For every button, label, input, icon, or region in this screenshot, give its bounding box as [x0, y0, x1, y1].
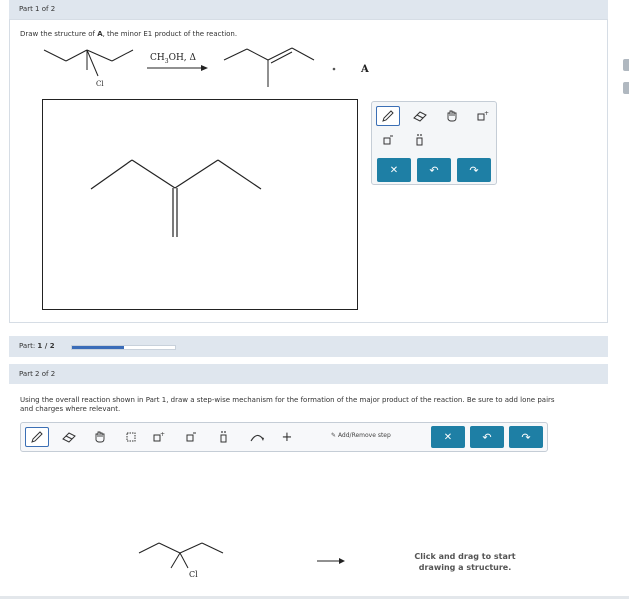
charge-minus-icon	[383, 135, 393, 145]
reagent-text: CH3OH, Δ	[150, 53, 197, 65]
hand-icon	[447, 110, 457, 122]
progress-label: Part: 1 / 2	[19, 342, 55, 350]
part1-drawing-canvas[interactable]	[42, 99, 358, 310]
undo-button-2[interactable]: ↶	[470, 426, 504, 448]
redo-icon: ↷	[469, 163, 479, 177]
clear-icon: ✕	[443, 431, 453, 443]
lone-pair-icon	[220, 431, 227, 443]
clear-button[interactable]: ✕	[377, 158, 411, 182]
undo-icon: ↶	[429, 163, 439, 177]
side-tab-1[interactable]	[623, 59, 629, 71]
charge-plus-tool[interactable]: +	[471, 106, 495, 126]
svg-text:+: +	[160, 431, 165, 438]
redo-icon: ↷	[521, 430, 531, 444]
part1-toolbox: + ✕ ↶ ↷	[371, 101, 497, 185]
part2-toolbar: + + ✎ Add/Remove step ✕ ↶ ↷	[20, 422, 548, 452]
undo-button[interactable]: ↶	[417, 158, 451, 182]
eraser-tool-2[interactable]	[57, 427, 81, 447]
charge-minus-tool-2[interactable]	[179, 427, 203, 447]
charge-plus-icon: +	[153, 431, 165, 442]
curved-arrow-tool[interactable]	[245, 427, 269, 447]
progress-bar	[71, 345, 176, 350]
drawing-hint: Click and drag to start drawing a struct…	[414, 552, 516, 572]
product-structure	[223, 47, 315, 87]
reaction-arrowhead	[201, 65, 208, 71]
product-a-label: A	[360, 64, 369, 75]
clear-button-2[interactable]: ✕	[431, 426, 465, 448]
part2-reactant-cl-label: Cl	[189, 570, 198, 579]
pencil-tool[interactable]	[376, 106, 400, 126]
part2-arrowhead	[339, 558, 345, 564]
eraser-tool[interactable]	[408, 106, 432, 126]
hand-tool[interactable]	[440, 106, 464, 126]
redo-button[interactable]: ↷	[457, 158, 491, 182]
drawn-structure	[90, 159, 262, 237]
part1-prompt: Draw the structure of A, the minor E1 pr…	[20, 30, 238, 38]
redo-button-2[interactable]: ↷	[509, 426, 543, 448]
part1-header-text: Part 1 of 2	[19, 5, 56, 13]
pencil-icon	[31, 431, 43, 443]
part1-header: Part 1 of 2	[9, 0, 608, 19]
undo-icon: ↶	[482, 430, 492, 444]
side-tab-2[interactable]	[623, 82, 629, 94]
select-box-tool[interactable]	[119, 427, 143, 447]
add-plus-tool[interactable]: +	[275, 427, 299, 447]
clear-icon: ✕	[389, 164, 399, 176]
hand-icon	[95, 431, 105, 443]
charge-minus-tool[interactable]	[376, 130, 400, 150]
curved-arrow-icon	[250, 434, 264, 442]
lone-pair-tool[interactable]	[408, 130, 432, 150]
eraser-icon	[62, 432, 76, 443]
add-remove-step-button[interactable]: ✎ Add/Remove step	[331, 432, 391, 439]
svg-text:+: +	[484, 110, 489, 117]
part2-header-text: Part 2 of 2	[19, 370, 56, 378]
part2-prompt: Using the overall reaction shown in Part…	[20, 396, 555, 413]
plus-dot	[332, 67, 336, 71]
edit-icon: ✎	[331, 432, 338, 439]
reactant-cl-label: Cl	[96, 80, 104, 88]
progress-fill	[72, 346, 124, 349]
charge-plus-tool-2[interactable]: +	[147, 427, 171, 447]
lone-pair-icon	[416, 134, 423, 146]
part2-mechanism-canvas[interactable]: Cl	[0, 530, 629, 602]
charge-plus-icon: +	[477, 110, 489, 121]
pencil-icon	[382, 110, 394, 122]
select-box-icon	[126, 432, 136, 442]
hand-tool-2[interactable]	[88, 427, 112, 447]
reactant-structure	[43, 49, 134, 77]
eraser-icon	[413, 111, 427, 122]
charge-minus-icon	[186, 432, 196, 442]
pencil-tool-2[interactable]	[25, 427, 49, 447]
bottom-divider	[0, 596, 629, 599]
plus-icon: +	[281, 429, 293, 445]
lone-pair-tool-2[interactable]	[212, 427, 236, 447]
part2-header: Part 2 of 2	[9, 364, 608, 384]
part2-reactant-structure	[138, 542, 224, 569]
